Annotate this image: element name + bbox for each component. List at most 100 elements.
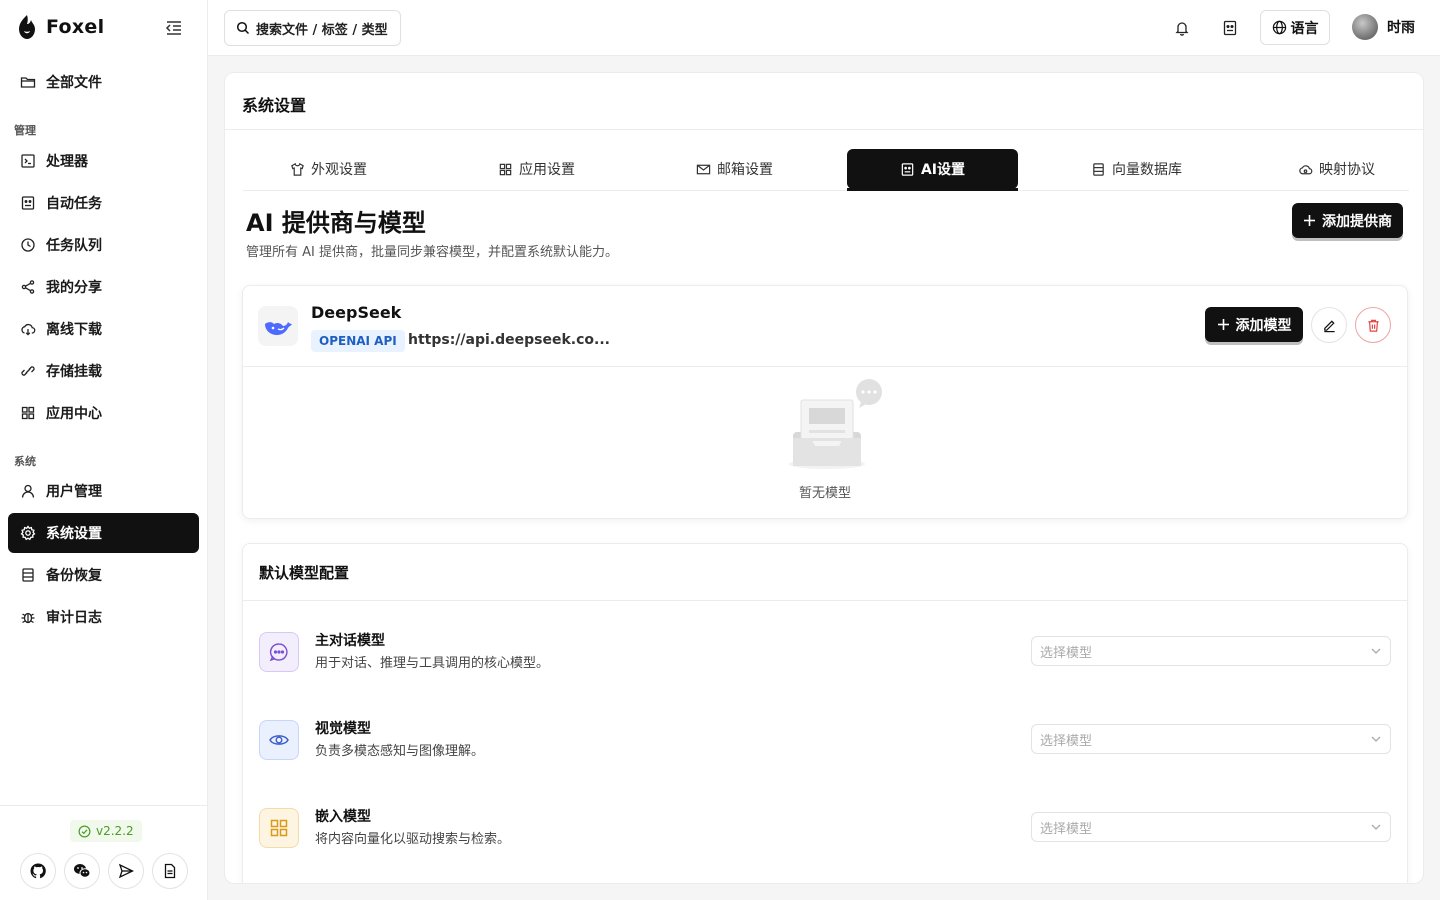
docs-button[interactable] bbox=[152, 853, 188, 889]
brand[interactable]: Foxel bbox=[16, 14, 104, 40]
chat-icon bbox=[259, 632, 299, 672]
clock-icon bbox=[20, 237, 36, 253]
user-name: 时雨 bbox=[1387, 20, 1415, 36]
notification-bell-icon[interactable] bbox=[1172, 18, 1192, 38]
sidebar-item-processors[interactable]: 处理器 bbox=[8, 141, 199, 181]
bug-icon bbox=[20, 609, 36, 625]
tab-label: AI设置 bbox=[920, 162, 966, 178]
shirt-icon bbox=[290, 162, 305, 177]
terminal-icon bbox=[20, 153, 36, 169]
delete-provider-button[interactable] bbox=[1355, 307, 1391, 343]
collapse-sidebar-icon[interactable] bbox=[164, 18, 184, 38]
sidebar-item-all-files[interactable]: 全部文件 bbox=[8, 62, 199, 102]
provider-card: DeepSeek OPENAI API https://api.deepseek… bbox=[242, 285, 1408, 519]
user-icon bbox=[20, 483, 36, 499]
share-icon bbox=[20, 279, 36, 295]
sidebar-item-label: 全部文件 bbox=[46, 75, 102, 91]
sidebar-item-app-center[interactable]: 应用中心 bbox=[8, 393, 199, 433]
github-button[interactable] bbox=[20, 853, 56, 889]
select-placeholder: 选择模型 bbox=[1040, 733, 1093, 749]
active-tab-indicator bbox=[847, 188, 1018, 191]
fox-logo-icon bbox=[16, 14, 38, 40]
vision-model-row: 视觉模型 负责多模态感知与图像理解。 选择模型 bbox=[243, 710, 1407, 766]
tab-email[interactable]: 邮箱设置 bbox=[649, 149, 820, 189]
database-icon bbox=[20, 567, 36, 583]
language-button[interactable]: 语言 bbox=[1260, 10, 1330, 45]
select-placeholder: 选择模型 bbox=[1040, 645, 1093, 661]
telegram-button[interactable] bbox=[108, 853, 144, 889]
edit-pencil-icon bbox=[1322, 318, 1337, 333]
provider-type-badge: OPENAI API bbox=[311, 330, 405, 352]
chat-model-desc: 用于对话、推理与工具调用的核心模型。 bbox=[315, 656, 550, 671]
version-text: v2.2.2 bbox=[96, 824, 134, 838]
sidebar: Foxel 全部文件 管理 处理器 自动任务 任务队列 我的分享 离线下载 存储… bbox=[0, 0, 208, 900]
version-badge: v2.2.2 bbox=[70, 820, 142, 842]
sidebar-item-user-management[interactable]: 用户管理 bbox=[8, 471, 199, 511]
sidebar-item-auto-tasks[interactable]: 自动任务 bbox=[8, 183, 199, 223]
send-icon bbox=[118, 863, 134, 879]
sidebar-item-label: 审计日志 bbox=[46, 610, 102, 626]
search-placeholder: 搜索文件 / 标签 / 类型 bbox=[256, 22, 388, 38]
sidebar-item-label: 任务队列 bbox=[46, 238, 102, 254]
sidebar-item-audit-log[interactable]: 审计日志 bbox=[8, 597, 199, 637]
search-input[interactable]: 搜索文件 / 标签 / 类型 bbox=[224, 10, 401, 46]
settings-card: 系统设置 外观设置 应用设置 邮箱设置 AI设置 向量数据库 映射协议 AI 提… bbox=[224, 72, 1424, 884]
sidebar-item-offline-download[interactable]: 离线下载 bbox=[8, 309, 199, 349]
check-circle-icon bbox=[78, 825, 91, 838]
top-header: 搜索文件 / 标签 / 类型 语言 时雨 bbox=[208, 0, 1440, 56]
search-icon bbox=[236, 21, 250, 35]
divider bbox=[243, 600, 1407, 601]
robot-icon bbox=[20, 195, 36, 211]
grid-icon bbox=[259, 808, 299, 848]
embedding-model-select[interactable]: 选择模型 bbox=[1031, 812, 1391, 842]
user-menu[interactable]: 时雨 bbox=[1352, 14, 1415, 40]
sidebar-item-label: 自动任务 bbox=[46, 196, 102, 212]
sidebar-item-storage-mounts[interactable]: 存储挂载 bbox=[8, 351, 199, 391]
github-icon bbox=[30, 863, 46, 879]
add-model-button[interactable]: 添加模型 bbox=[1205, 307, 1303, 342]
sidebar-item-backup-restore[interactable]: 备份恢复 bbox=[8, 555, 199, 595]
chat-model-select[interactable]: 选择模型 bbox=[1031, 636, 1391, 666]
document-icon bbox=[162, 863, 178, 879]
chevron-down-icon bbox=[1370, 821, 1382, 833]
sidebar-item-my-shares[interactable]: 我的分享 bbox=[8, 267, 199, 307]
edit-provider-button[interactable] bbox=[1311, 307, 1347, 343]
sidebar-item-task-queue[interactable]: 任务队列 bbox=[8, 225, 199, 265]
sidebar-item-label: 存储挂载 bbox=[46, 364, 102, 380]
sidebar-item-system-settings[interactable]: 系统设置 bbox=[8, 513, 199, 553]
tab-mapping-protocol[interactable]: 映射协议 bbox=[1251, 149, 1422, 189]
sidebar-item-label: 用户管理 bbox=[46, 484, 102, 500]
default-models-card: 默认模型配置 主对话模型 用于对话、推理与工具调用的核心模型。 选择模型 视觉模… bbox=[242, 543, 1408, 883]
empty-inbox-icon bbox=[781, 378, 891, 474]
assistant-robot-icon[interactable] bbox=[1220, 18, 1240, 38]
vision-model-select[interactable]: 选择模型 bbox=[1031, 724, 1391, 754]
divider bbox=[225, 129, 1423, 130]
tab-label: 映射协议 bbox=[1319, 162, 1375, 178]
grid-icon bbox=[20, 405, 36, 421]
tab-label: 向量数据库 bbox=[1112, 162, 1182, 178]
tab-appearance[interactable]: 外观设置 bbox=[243, 149, 414, 189]
tab-vector-db[interactable]: 向量数据库 bbox=[1051, 149, 1222, 189]
sidebar-item-label: 系统设置 bbox=[46, 526, 102, 542]
tab-label: 应用设置 bbox=[519, 162, 575, 178]
tab-label: 外观设置 bbox=[311, 162, 367, 178]
mail-icon bbox=[696, 162, 711, 177]
language-label: 语言 bbox=[1290, 20, 1319, 37]
tab-ai[interactable]: AI设置 bbox=[847, 149, 1018, 189]
plus-icon bbox=[1303, 214, 1316, 227]
section-title: AI 提供商与模型 bbox=[246, 209, 426, 237]
sidebar-footer: v2.2.2 bbox=[0, 805, 207, 900]
sidebar-item-label: 应用中心 bbox=[46, 406, 102, 422]
deepseek-logo-icon bbox=[258, 306, 298, 346]
embedding-model-name: 嵌入模型 bbox=[315, 809, 371, 825]
eye-icon bbox=[259, 720, 299, 760]
wechat-button[interactable] bbox=[64, 853, 100, 889]
sidebar-item-label: 备份恢复 bbox=[46, 568, 102, 584]
avatar bbox=[1352, 14, 1378, 40]
vision-model-name: 视觉模型 bbox=[315, 721, 371, 737]
wechat-icon bbox=[73, 863, 91, 879]
add-provider-button[interactable]: 添加提供商 bbox=[1292, 203, 1403, 238]
tab-app-settings[interactable]: 应用设置 bbox=[451, 149, 622, 189]
gear-icon bbox=[20, 525, 36, 541]
tab-label: 邮箱设置 bbox=[717, 162, 773, 178]
